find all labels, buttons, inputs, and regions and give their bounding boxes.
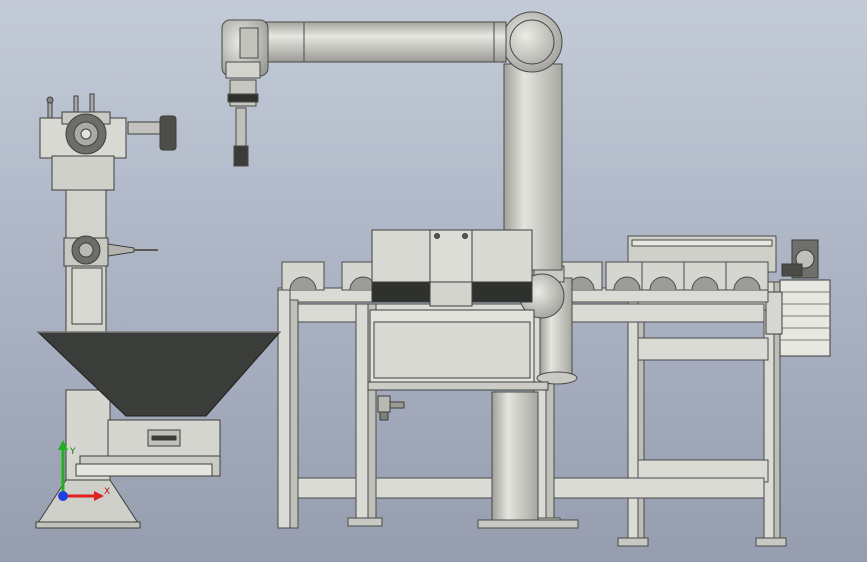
fixture-block (641, 261, 685, 291)
triad-x-label: X (104, 487, 110, 497)
fixture-block (725, 261, 769, 291)
fixture-block (281, 261, 325, 291)
cad-viewport[interactable]: X Y (0, 0, 867, 562)
assembly-drawing: X Y (35, 11, 831, 547)
fixture-block (683, 261, 727, 291)
triad-y-label: Y (69, 447, 76, 457)
triad-z-axis (58, 491, 68, 501)
